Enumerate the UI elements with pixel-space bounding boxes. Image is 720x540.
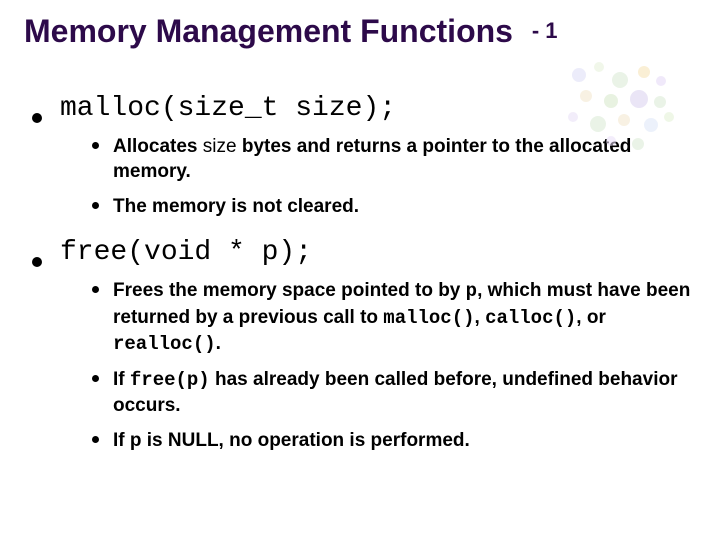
text: Frees the memory space pointed to by <box>113 280 466 301</box>
code-text: p <box>466 280 477 302</box>
list-item: free(void * p); Frees the memory space p… <box>32 237 696 452</box>
title-main: Memory Management Functions <box>24 13 513 49</box>
text: If <box>113 369 130 390</box>
body-text: If p is NULL, no operation is performed. <box>113 428 470 453</box>
text: , <box>475 307 486 328</box>
text: Allocates <box>113 136 203 157</box>
text: . <box>216 333 221 354</box>
list-item: Allocates size bytes and returns a point… <box>92 134 696 184</box>
bullet-icon <box>92 142 99 149</box>
sub-list: Frees the memory space pointed to by p , … <box>92 278 696 452</box>
body-text: If free(p) has already been called befor… <box>113 367 696 418</box>
bullet-icon <box>32 257 42 267</box>
list-item: malloc(size_t size); Allocates size byte… <box>32 93 696 219</box>
bullet-icon <box>92 202 99 209</box>
slide: Memory Management Functions - 1 malloc(s… <box>0 0 720 540</box>
code-heading: malloc(size_t size); <box>60 93 396 124</box>
code-text: malloc() <box>383 307 474 329</box>
dot-icon <box>594 62 604 72</box>
body-text: The memory is not cleared. <box>113 194 359 219</box>
page-title: Memory Management Functions - 1 <box>24 14 696 49</box>
bullet-icon <box>92 436 99 443</box>
title-suffix: - 1 <box>532 18 558 43</box>
list-item: If free(p) has already been called befor… <box>92 367 696 418</box>
code-text: realloc() <box>113 333 216 355</box>
code-text: calloc() <box>485 307 576 329</box>
body-text: Allocates size bytes and returns a point… <box>113 134 696 184</box>
dot-icon <box>572 68 586 82</box>
bullet-icon <box>92 286 99 293</box>
code-text: free(p) <box>130 369 210 391</box>
dot-icon <box>638 66 650 78</box>
bullet-icon <box>92 375 99 382</box>
dot-icon <box>612 72 628 88</box>
size-word: size <box>203 136 237 157</box>
sub-list: Allocates size bytes and returns a point… <box>92 134 696 219</box>
list-item: If p is NULL, no operation is performed. <box>92 428 696 453</box>
top-list: malloc(size_t size); Allocates size byte… <box>24 93 696 453</box>
heading-row: malloc(size_t size); <box>32 93 696 124</box>
list-item: The memory is not cleared. <box>92 194 696 219</box>
code-heading: free(void * p); <box>60 237 312 268</box>
heading-row: free(void * p); <box>32 237 696 268</box>
dot-icon <box>656 76 666 86</box>
bullet-icon <box>32 113 42 123</box>
text: , or <box>576 307 606 328</box>
body-text: Frees the memory space pointed to by p , … <box>113 278 696 356</box>
list-item: Frees the memory space pointed to by p , … <box>92 278 696 356</box>
